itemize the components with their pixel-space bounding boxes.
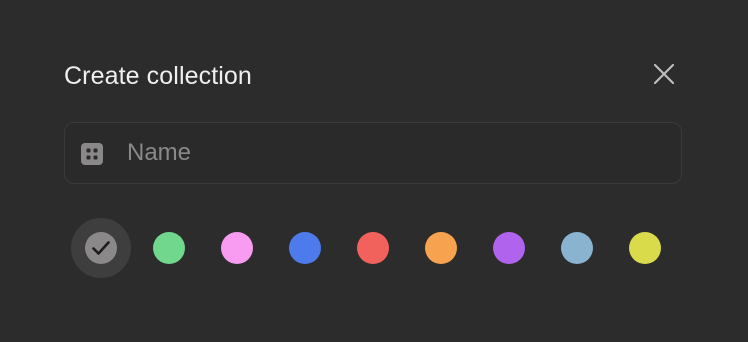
color-dot-purple [493, 232, 525, 264]
color-dot-gray [85, 232, 117, 264]
close-icon [653, 63, 675, 85]
color-dot-red [357, 232, 389, 264]
color-dot-green [153, 232, 185, 264]
color-dot-light-blue [561, 232, 593, 264]
color-dot-yellow [629, 232, 661, 264]
color-swatch-yellow[interactable] [615, 218, 675, 278]
dialog-title: Create collection [64, 62, 252, 90]
color-swatch-green[interactable] [139, 218, 199, 278]
color-swatch-pink[interactable] [207, 218, 267, 278]
color-swatch-orange[interactable] [411, 218, 471, 278]
color-swatch-blue[interactable] [275, 218, 335, 278]
color-swatch-gray[interactable] [71, 218, 131, 278]
color-swatch-purple[interactable] [479, 218, 539, 278]
collection-icon [81, 143, 103, 165]
color-dot-blue [289, 232, 321, 264]
color-swatch-red[interactable] [343, 218, 403, 278]
color-swatch-light-blue[interactable] [547, 218, 607, 278]
create-collection-dialog: Create collection [0, 0, 748, 342]
color-dot-pink [221, 232, 253, 264]
color-dot-orange [425, 232, 457, 264]
close-button[interactable] [650, 60, 678, 88]
name-field[interactable] [64, 122, 682, 184]
name-input[interactable] [127, 133, 667, 173]
check-icon [92, 241, 110, 255]
